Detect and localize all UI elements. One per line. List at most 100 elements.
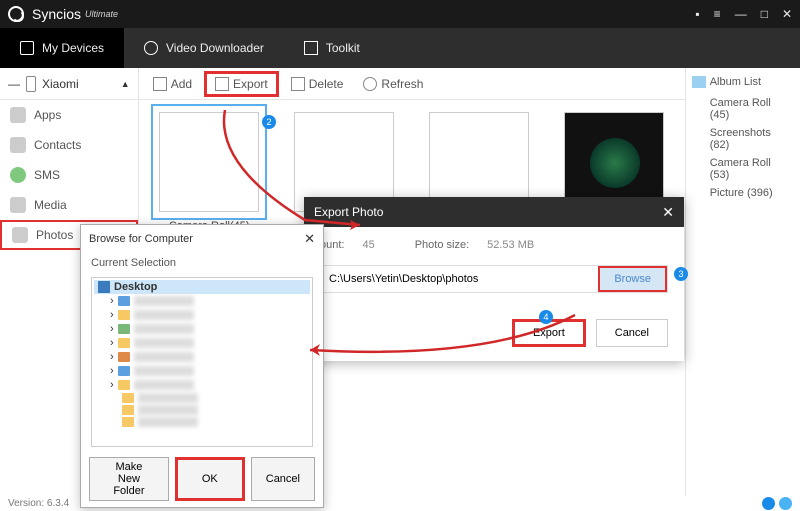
nav-video-downloader[interactable]: Video Downloader	[124, 28, 284, 68]
facebook-icon[interactable]	[762, 497, 775, 510]
folder-icon	[122, 393, 134, 403]
tree-item[interactable]: ›	[94, 364, 310, 378]
btn-label: Add	[171, 77, 192, 91]
btn-label: Export	[233, 77, 268, 91]
tree-item[interactable]: ›	[94, 378, 310, 392]
device-name: Xiaomi	[42, 77, 79, 91]
chevron-up-icon[interactable]: ▲	[121, 79, 130, 89]
blurred-label	[134, 310, 194, 320]
export-icon	[215, 77, 229, 91]
refresh-button[interactable]: Refresh	[355, 74, 431, 94]
minimize-icon[interactable]: —	[735, 7, 747, 21]
sidebar-label: Media	[34, 198, 67, 212]
tree-item[interactable]: ›	[94, 350, 310, 364]
album-thumb[interactable]: Camera Roll(45)	[157, 112, 262, 232]
blurred-label	[134, 366, 194, 376]
apps-icon	[10, 107, 26, 123]
folder-icon	[118, 380, 130, 390]
export-path-input[interactable]	[321, 267, 598, 291]
album-icon	[692, 76, 706, 88]
dialog-title: Browse for Computer	[89, 233, 193, 245]
sidebar-label: Apps	[34, 108, 61, 122]
folder-tree[interactable]: Desktop › › › › › › ›	[91, 277, 313, 447]
folder-icon	[122, 417, 134, 427]
version-label: Version: 6.3.4	[8, 498, 69, 509]
device-selector[interactable]: — Xiaomi ▲	[0, 68, 138, 100]
folder-icon	[118, 366, 130, 376]
tree-item[interactable]: ›	[94, 294, 310, 308]
tree-item[interactable]	[94, 404, 310, 416]
delete-icon	[291, 77, 305, 91]
export-cancel-button[interactable]: Cancel	[596, 319, 668, 347]
tree-item[interactable]	[94, 392, 310, 404]
menu-icon[interactable]: ≡	[714, 7, 721, 21]
export-photo-dialog: Export Photo ✕ ount:45 Photo size:52.53 …	[304, 197, 684, 361]
dialog-close-button[interactable]: ✕	[304, 231, 315, 247]
twitter-icon[interactable]	[779, 497, 792, 510]
folder-icon	[118, 296, 130, 306]
contacts-icon	[10, 137, 26, 153]
phone-icon	[20, 41, 34, 55]
ok-button[interactable]: OK	[175, 457, 245, 501]
blurred-label	[138, 393, 198, 403]
sms-icon	[10, 167, 26, 183]
delete-button[interactable]: Delete	[283, 74, 352, 94]
sidebar-item-contacts[interactable]: Contacts	[0, 130, 138, 160]
dialog-close-button[interactable]: ✕	[662, 204, 674, 221]
size-value: 52.53 MB	[487, 239, 534, 251]
folder-icon	[118, 352, 130, 362]
album-item[interactable]: Camera Roll (45)	[692, 94, 794, 124]
album-item[interactable]: Screenshots (82)	[692, 124, 794, 154]
size-label: Photo size:	[415, 239, 469, 251]
folder-icon	[122, 405, 134, 415]
app-name: Syncios	[32, 6, 81, 22]
sidebar-item-sms[interactable]: SMS	[0, 160, 138, 190]
add-button[interactable]: Add	[145, 74, 200, 94]
tree-item[interactable]: ›	[94, 336, 310, 350]
album-item[interactable]: Camera Roll (53)	[692, 154, 794, 184]
blurred-label	[134, 380, 194, 390]
tree-item[interactable]: ›	[94, 322, 310, 336]
maximize-icon[interactable]: □	[761, 7, 768, 21]
nav-toolkit[interactable]: Toolkit	[284, 28, 380, 68]
blurred-label	[134, 338, 194, 348]
sidebar-label: Photos	[36, 228, 73, 242]
btn-label: Delete	[309, 77, 344, 91]
tree-item[interactable]: ›	[94, 308, 310, 322]
annotation-3: 3	[674, 267, 688, 281]
phone-icon	[26, 76, 36, 92]
album-item[interactable]: Picture (396)	[692, 184, 794, 202]
notification-icon[interactable]: ▪	[695, 7, 699, 21]
cancel-button[interactable]: Cancel	[251, 457, 315, 501]
blurred-label	[138, 405, 198, 415]
thumb-preview	[159, 112, 259, 212]
blurred-label	[134, 296, 194, 306]
close-icon[interactable]: ✕	[782, 7, 792, 21]
expand-icon: —	[8, 77, 20, 91]
make-new-folder-button[interactable]: Make New Folder	[89, 457, 169, 501]
tree-item[interactable]: Desktop	[94, 280, 310, 294]
photos-icon	[12, 227, 28, 243]
nav-label: My Devices	[42, 41, 104, 55]
sidebar-label: SMS	[34, 168, 60, 182]
browse-button[interactable]: Browse	[598, 266, 667, 292]
count-value: 45	[362, 239, 374, 251]
nav-label: Toolkit	[326, 41, 360, 55]
folder-icon	[118, 324, 130, 334]
panel-title: Album List	[710, 76, 761, 88]
folder-icon	[118, 310, 130, 320]
play-icon	[144, 41, 158, 55]
current-selection-label: Current Selection	[81, 253, 323, 273]
nav-my-devices[interactable]: My Devices	[0, 28, 124, 68]
sidebar-item-media[interactable]: Media	[0, 190, 138, 220]
sidebar-label: Contacts	[34, 138, 81, 152]
sidebar-item-apps[interactable]: Apps	[0, 100, 138, 130]
export-button[interactable]: Export	[204, 71, 279, 97]
refresh-icon	[363, 77, 377, 91]
tree-item[interactable]	[94, 416, 310, 428]
blurred-label	[134, 324, 194, 334]
navbar: My Devices Video Downloader Toolkit	[0, 28, 800, 68]
blurred-label	[138, 417, 198, 427]
folder-icon	[118, 338, 130, 348]
nav-label: Video Downloader	[166, 41, 264, 55]
